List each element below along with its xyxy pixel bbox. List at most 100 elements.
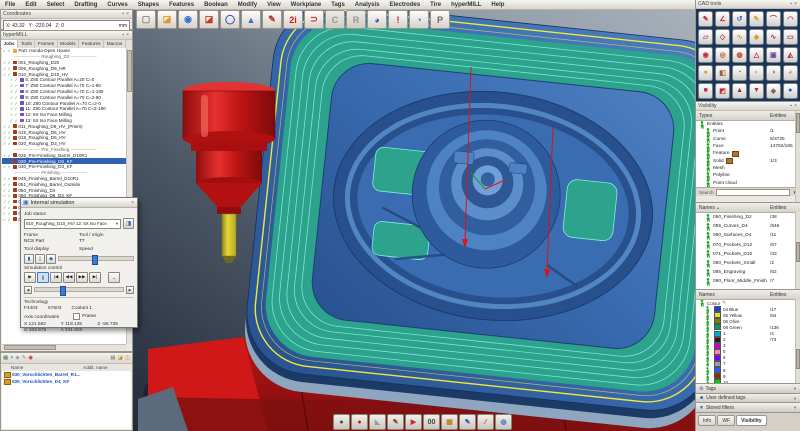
cad-tool-button[interactable]: ▭: [782, 28, 798, 46]
search-input[interactable]: [715, 188, 791, 196]
visibility-person-icon[interactable]: [705, 250, 711, 258]
cad-tool-button[interactable]: ∠: [714, 11, 731, 28]
viewport-tool-button[interactable]: ◍: [495, 414, 512, 430]
toolbar-button[interactable]: P: [430, 10, 450, 29]
dock-tab[interactable]: WF: [717, 415, 736, 426]
menu-item[interactable]: Electrodes: [384, 2, 425, 8]
cad-tool-button[interactable]: ∿: [765, 28, 782, 46]
menu-item[interactable]: Analysis: [350, 2, 385, 8]
visibility-person-icon[interactable]: [705, 222, 711, 231]
cad-tool-button[interactable]: ⌒: [765, 11, 782, 28]
cad-tool-button[interactable]: ◆: [748, 28, 765, 46]
workpiece[interactable]: [239, 9, 695, 431]
close-icon[interactable]: ×: [793, 1, 798, 7]
name-row[interactable]: 050_Finishing_D2 /38: [696, 213, 800, 222]
cad-tool-button[interactable]: ◇: [714, 28, 731, 46]
visibility-person-icon[interactable]: [705, 213, 711, 222]
menu-item[interactable]: Edit: [20, 2, 41, 8]
visibility-scrollbar[interactable]: [795, 111, 800, 202]
tag-toolbar-icon[interactable]: ▤: [110, 355, 115, 361]
cad-tool-button[interactable]: ◐: [748, 64, 765, 82]
machine-settings-button[interactable]: ◨: [123, 218, 134, 229]
entities-column-header[interactable]: Entities: [770, 292, 800, 298]
collapsed-panel-bar[interactable]: ▼ Stored filters ▼: [696, 403, 800, 413]
names-scrollbar[interactable]: [795, 212, 800, 289]
tool-display-toggle[interactable]: ▯: [35, 253, 45, 264]
tag-toolbar-icon[interactable]: ◪: [118, 355, 123, 361]
menu-item[interactable]: hyperMILL: [446, 2, 486, 8]
name-row[interactable]: 080_Pockets_Small /2: [696, 259, 800, 268]
toolbar-button[interactable]: ◪: [199, 10, 219, 29]
simulation-control-button[interactable]: |◀: [50, 271, 62, 283]
name-row[interactable]: 085_Engraving /62: [696, 268, 800, 277]
name-column-header[interactable]: Name: [1, 365, 83, 370]
menu-item[interactable]: Workplane: [286, 2, 327, 8]
tag-toolbar-icon[interactable]: ×: [10, 355, 13, 361]
close-icon[interactable]: ×: [793, 103, 798, 109]
menu-item[interactable]: Select: [42, 2, 70, 8]
visibility-row[interactable]: Mesh: [696, 164, 800, 173]
job-select[interactable]: 010_Roughing_D10_HV/ 12: 5X Iso Face ▼: [24, 218, 121, 229]
step-forward-button[interactable]: ▶: [126, 285, 134, 294]
menu-item[interactable]: Modify: [233, 2, 262, 8]
viewport-tool-button[interactable]: 00: [423, 414, 440, 430]
cad-tool-button[interactable]: ◩: [714, 82, 731, 99]
expand-icon[interactable]: ▼: [793, 396, 797, 401]
viewport-tool-button[interactable]: ●: [351, 414, 368, 430]
cad-tool-button[interactable]: ▲: [731, 82, 748, 99]
visibility-person-icon[interactable]: [705, 268, 711, 277]
simulation-control-button[interactable]: ▶|: [89, 271, 101, 283]
menu-item[interactable]: Drafting: [69, 2, 102, 8]
simulation-control-button[interactable]: ||: [37, 271, 49, 283]
viewport-tool-button[interactable]: ◣: [369, 414, 386, 430]
tag-list-row[interactable]: 035_Vorschlichten_D4_KF: [2, 378, 131, 385]
viewport-tool-button[interactable]: ✎: [459, 414, 476, 430]
tag-toolbar-icon[interactable]: ◈: [15, 355, 19, 361]
tab[interactable]: Frames: [35, 40, 58, 48]
visibility-row[interactable]: Point cloud: [696, 179, 800, 187]
tool-display-toggle[interactable]: ▮: [24, 253, 34, 264]
dock-tab[interactable]: Visibility: [736, 415, 767, 426]
tab[interactable]: Features: [79, 40, 105, 48]
cad-tool-button[interactable]: ▣: [765, 46, 782, 64]
visibility-row[interactable]: Entities: [696, 121, 800, 129]
visibility-row[interactable]: Solid 1/3: [696, 157, 800, 165]
viewport-tool-button[interactable]: ✎: [387, 414, 404, 430]
tag-toolbar-icon[interactable]: ▦: [3, 355, 8, 361]
cad-tool-button[interactable]: ◧: [714, 64, 731, 82]
cad-tool-button[interactable]: ●: [698, 64, 714, 82]
expand-icon[interactable]: ▼: [793, 386, 797, 391]
speed-slider[interactable]: [58, 254, 134, 265]
viewport-tool-button[interactable]: ●: [333, 414, 350, 430]
colour-row[interactable]: 10: [696, 378, 800, 384]
close-icon[interactable]: ×: [125, 32, 130, 38]
tab[interactable]: Jobs: [1, 40, 19, 48]
name-row[interactable]: 060_Surfaces_D4 /11: [696, 231, 800, 240]
menu-item[interactable]: Boolean: [199, 2, 233, 8]
dialog-titlebar[interactable]: ▣ Internal simulation ×: [21, 198, 137, 208]
viewport-tool-button[interactable]: ∕: [477, 414, 494, 430]
name-row[interactable]: 070_Pockets_D12 /67: [696, 241, 800, 250]
entities-column-header[interactable]: Entities: [770, 205, 800, 211]
viewport-tool-button[interactable]: ▦: [441, 414, 458, 430]
toolbar-button[interactable]: ▲: [241, 10, 261, 29]
toolbar-button[interactable]: ◔: [409, 10, 429, 29]
name-row[interactable]: 055_Curves_D4 /946: [696, 222, 800, 231]
collapsed-panel-bar[interactable]: ☻ User defined tags ▼: [696, 393, 800, 404]
menu-item[interactable]: View: [262, 2, 286, 8]
colors-scrollbar[interactable]: [795, 299, 800, 384]
cad-tool-button[interactable]: ◉: [698, 46, 714, 64]
viewport-3d[interactable]: ● ● ◣ ✎ ▶ 00 ▦ ✎ ∕ ◍: [133, 9, 695, 431]
tab[interactable]: Macros: [104, 40, 126, 48]
visibility-search[interactable]: Search ▼: [696, 187, 800, 196]
toolbar-button[interactable]: !: [388, 10, 408, 29]
cad-tool-button[interactable]: ◎: [714, 46, 731, 64]
frame-checkbox[interactable]: [73, 313, 81, 320]
names-column-header[interactable]: Names ▲: [696, 205, 770, 211]
close-icon[interactable]: ×: [125, 11, 130, 17]
visibility-person-icon[interactable]: [705, 241, 711, 249]
tree-horizontal-scrollbar[interactable]: [2, 344, 126, 350]
tag-toolbar-icon[interactable]: ◉: [28, 355, 33, 361]
visibility-row[interactable]: Face 14762/165: [696, 142, 800, 151]
visibility-row[interactable]: Point /1: [696, 128, 800, 136]
